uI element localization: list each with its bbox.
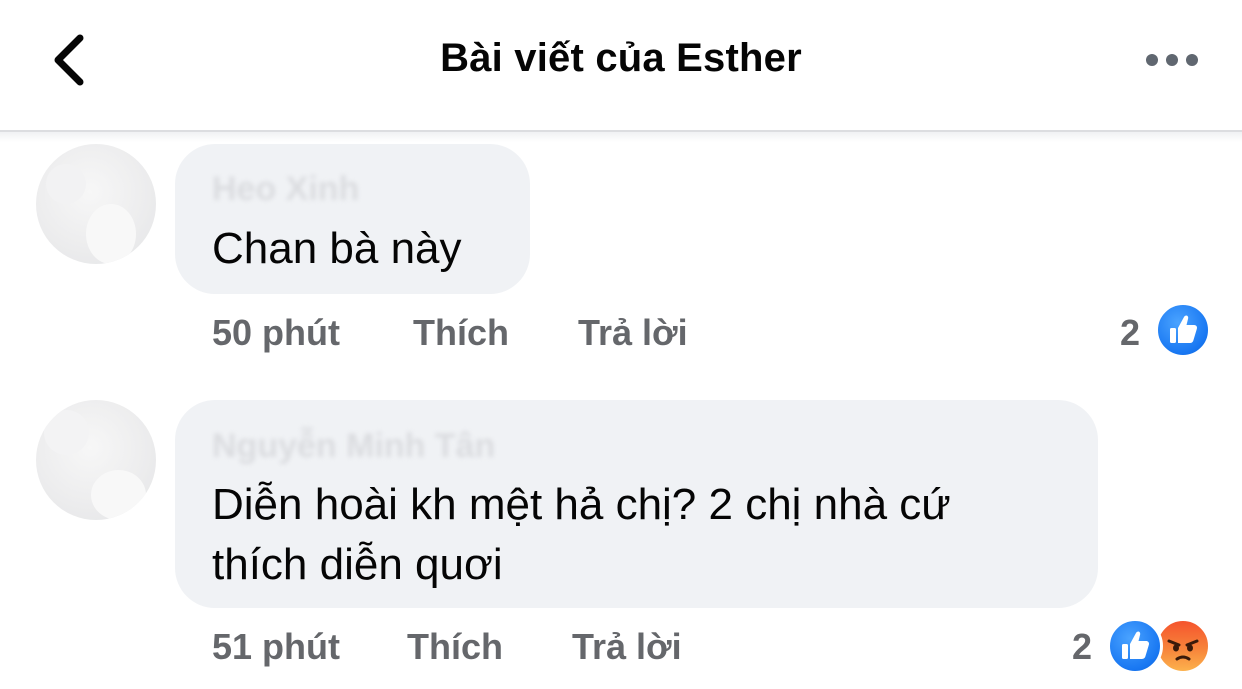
comment-text: Chan bà này [212,224,462,273]
more-dots-icon [1146,54,1198,66]
like-button[interactable]: Thích [413,312,509,354]
reaction-count[interactable]: 2 [1072,626,1092,668]
more-options-button[interactable] [1140,40,1204,80]
comment-time: 51 phút [212,626,341,667]
like-reaction-icon[interactable] [1155,302,1211,358]
top-bar: Bài viết của Esther [0,0,1242,132]
reply-button[interactable]: Trả lời [572,626,682,668]
divider [0,132,1242,142]
thumbs-up-icon [1122,631,1150,659]
comment-list: Heo Xinh Chan bà này 50 phút Thích Trả l… [0,132,1242,689]
avatar[interactable] [36,144,156,264]
thumbs-up-icon [1170,315,1198,343]
reaction-count[interactable]: 2 [1120,312,1140,354]
like-button[interactable]: Thích [407,626,503,668]
comment-text-line: thích diễn quơi [212,540,503,589]
like-reaction-icon[interactable] [1107,618,1163,674]
comment-author[interactable]: Nguyễn Minh Tân [212,427,495,466]
avatar[interactable] [36,400,156,520]
page-title: Bài viết của Esther [440,36,802,80]
comment-time: 50 phút [212,312,341,353]
reply-button[interactable]: Trả lời [578,312,688,354]
angry-face-icon [1167,639,1199,661]
comment-author[interactable]: Heo Xinh [212,170,359,209]
angry-reaction-icon[interactable] [1155,618,1211,674]
